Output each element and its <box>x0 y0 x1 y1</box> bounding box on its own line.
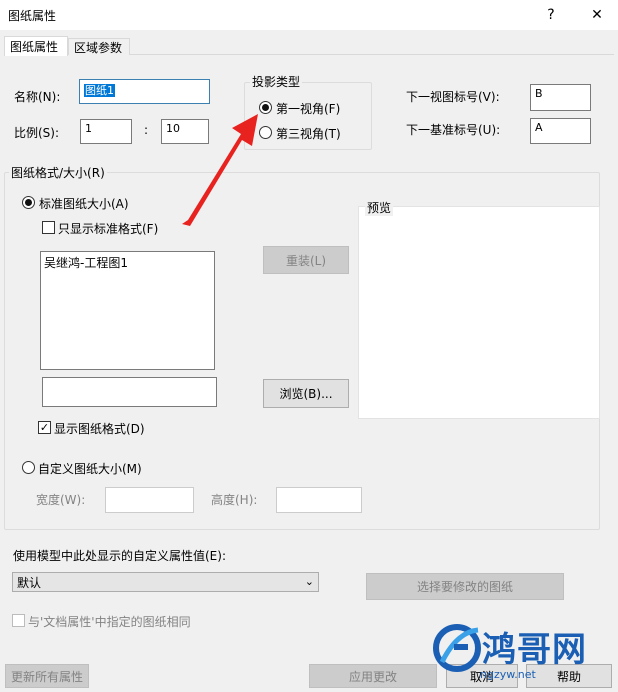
tab-label: 区域参数 <box>74 40 123 55</box>
show-format-label[interactable]: 显示图纸格式(D) <box>54 420 145 437</box>
help-icon: ? <box>547 7 555 23</box>
same-as-doc-label[interactable]: 与'文档属性'中指定的图纸相同 <box>28 613 191 630</box>
custom-size-radio[interactable] <box>22 461 35 474</box>
next-view-input[interactable]: B <box>530 84 591 111</box>
tab-sheet-properties[interactable]: 图纸属性 <box>4 36 68 56</box>
next-datum-value: A <box>535 121 543 134</box>
width-label: 宽度(W): <box>36 493 86 507</box>
name-value: 图纸1 <box>84 84 115 97</box>
height-input[interactable] <box>276 487 362 513</box>
format-list[interactable]: 吴继鸿-工程图1 <box>40 251 215 370</box>
watermark-text: 鸿哥网 <box>482 630 587 670</box>
custom-size-label[interactable]: 自定义图纸大小(M) <box>38 460 142 477</box>
next-datum-label: 下一基准标号(U): <box>406 123 501 137</box>
scale-label: 比例(S): <box>14 126 60 140</box>
annotation-arrow <box>182 114 258 226</box>
scale-left-value: 1 <box>85 122 92 135</box>
select-sheet-button[interactable]: 选择要修改的图纸 <box>366 573 564 600</box>
combo-value: 默认 <box>17 575 42 590</box>
sheet-format-title: 图纸格式/大小(R) <box>9 164 107 181</box>
tab-label: 图纸属性 <box>10 40 59 54</box>
show-format-checkbox[interactable]: ✓ <box>38 421 51 434</box>
tab-zone-parameters[interactable]: 区域参数 <box>68 38 130 55</box>
browse-button[interactable]: 浏览(B)... <box>263 379 349 408</box>
next-view-label: 下一视图标号(V): <box>406 90 500 104</box>
checkmark-icon: ✓ <box>39 421 50 434</box>
preview-area <box>358 206 600 419</box>
apply-button[interactable]: 应用更改 <box>309 664 437 688</box>
scale-separator: : <box>144 123 149 137</box>
close-button[interactable]: ✕ <box>582 3 612 27</box>
format-path-input[interactable] <box>42 377 217 407</box>
scale-left-input[interactable]: 1 <box>80 119 132 144</box>
next-datum-input[interactable]: A <box>530 118 591 144</box>
custom-props-label: 使用模型中此处显示的自定义属性值(E): <box>13 549 226 563</box>
chevron-down-icon: ⌄ <box>304 575 314 588</box>
only-standard-checkbox[interactable] <box>42 221 55 234</box>
list-item[interactable]: 吴继鸿-工程图1 <box>44 254 211 271</box>
reload-button[interactable]: 重装(L) <box>263 246 349 274</box>
name-label: 名称(N): <box>14 90 61 104</box>
only-standard-label[interactable]: 只显示标准格式(F) <box>58 220 158 237</box>
height-label: 高度(H): <box>211 493 258 507</box>
title-bar <box>0 0 618 30</box>
update-all-button[interactable]: 更新所有属性 <box>5 664 89 688</box>
watermark-logo-icon <box>433 624 481 672</box>
preview-title: 预览 <box>365 199 394 216</box>
custom-props-combo[interactable]: 默认 ⌄ <box>12 572 319 592</box>
watermark-url: ngzyw.net <box>480 668 536 681</box>
first-angle-label[interactable]: 第一视角(F) <box>276 100 340 117</box>
help-title-button[interactable]: ? <box>536 3 566 27</box>
width-input[interactable] <box>105 487 194 513</box>
radio-dot <box>25 199 32 206</box>
arrow-shape <box>182 114 258 226</box>
standard-size-radio[interactable] <box>22 196 35 209</box>
next-view-value: B <box>535 87 543 100</box>
close-icon: ✕ <box>591 7 603 23</box>
third-angle-label[interactable]: 第三视角(T) <box>276 125 341 142</box>
same-as-doc-checkbox[interactable] <box>12 614 25 627</box>
projection-title: 投影类型 <box>250 73 303 90</box>
standard-size-label[interactable]: 标准图纸大小(A) <box>39 195 129 212</box>
window-title: 图纸属性 <box>8 9 57 23</box>
